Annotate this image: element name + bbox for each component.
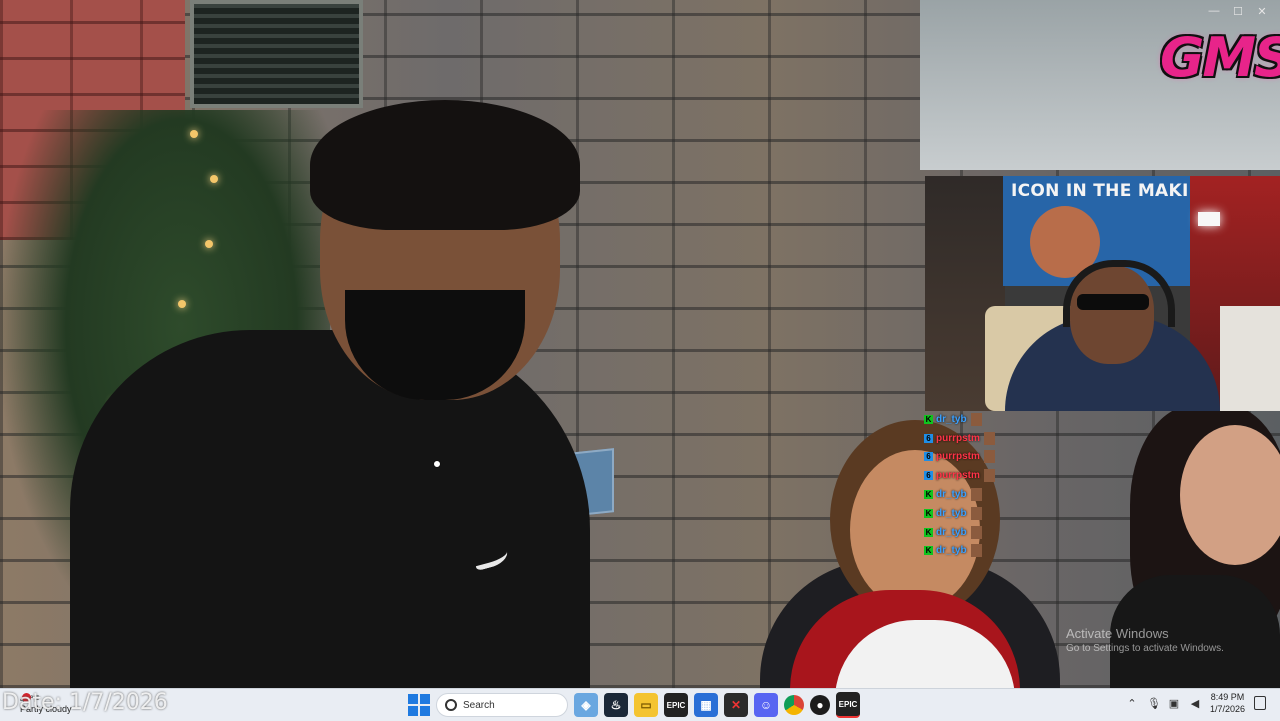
chat-badge-icon: K xyxy=(924,527,933,537)
chat-overlay: Kdr_tyb 6 purrpstm 6 purrpstm 6 purrpstm Kdr_ty… xyxy=(924,410,1024,560)
chat-emote-icon xyxy=(983,469,995,483)
x-app-icon[interactable]: ✕ xyxy=(724,693,748,717)
chat-emote-icon xyxy=(983,431,995,445)
search-icon xyxy=(445,699,457,711)
webcam-dresser xyxy=(1220,306,1280,411)
tree-light xyxy=(178,300,186,308)
wall-vent xyxy=(190,0,363,108)
chat-badge-icon: 6 xyxy=(924,452,933,462)
maximize-button[interactable]: ☐ xyxy=(1226,2,1250,20)
window-controls: — ☐ ✕ xyxy=(1202,2,1274,20)
chat-message: Kdr_tyb xyxy=(924,504,1024,523)
ring-light xyxy=(1198,212,1220,226)
chat-message: 6 purrpstm xyxy=(924,448,1024,467)
chat-badge-icon: K xyxy=(924,508,933,518)
chat-message: Kdr_tyb xyxy=(924,523,1024,542)
chat-username: purrpstm xyxy=(936,451,980,463)
chevron-up-icon[interactable]: ⌃ xyxy=(1126,697,1138,710)
chat-username: purrpstm xyxy=(936,432,980,444)
windows-start-icon[interactable] xyxy=(408,694,430,716)
obs-icon[interactable]: ● xyxy=(810,695,830,715)
taskbar-apps: Search ◈ ♨ ▭ EPIC ▦ ✕ ☺ ● EPIC xyxy=(408,692,860,718)
activate-windows-watermark: Activate Windows Go to Settings to activ… xyxy=(1066,626,1224,654)
clock-date: 1/7/2026 xyxy=(1209,704,1245,714)
person-hoodie xyxy=(70,330,590,688)
chat-message: Kdr_tyb xyxy=(924,542,1024,561)
sunglasses xyxy=(1077,294,1149,310)
taskbar: 43°F Partly cloudy Search ◈ ♨ ▭ EPIC ▦ ✕… xyxy=(0,688,1280,721)
chrome-icon[interactable] xyxy=(784,695,804,715)
chat-emote-icon xyxy=(970,412,982,426)
chat-message: Kdr_tyb xyxy=(924,485,1024,504)
chat-badge-icon: K xyxy=(924,414,933,424)
channel-logo: GMS xyxy=(1160,26,1280,89)
app-icon[interactable]: ▦ xyxy=(694,693,718,717)
clock[interactable]: 8:49 PM 1/7/2026 xyxy=(1210,691,1245,715)
chat-badge-icon: 6 xyxy=(924,471,933,481)
chat-username: dr_tyb xyxy=(936,489,967,501)
webcam-banner-text: ICON IN THE MAKIN xyxy=(1011,181,1204,201)
steam-icon[interactable]: ♨ xyxy=(604,693,628,717)
chat-emote-icon xyxy=(970,525,982,539)
chat-username: dr_tyb xyxy=(936,507,967,519)
chat-message: Kdr_tyb xyxy=(924,410,1024,429)
chat-username: dr_tyb xyxy=(936,545,967,557)
chat-emote-icon xyxy=(970,506,982,520)
microphone-icon[interactable]: 🎙 xyxy=(1147,697,1161,710)
chat-badge-icon: 6 xyxy=(924,433,933,443)
widgets-icon[interactable]: ◈ xyxy=(574,693,598,717)
date-overlay: Date: 1/7/2026 xyxy=(2,690,168,715)
minimize-button[interactable]: — xyxy=(1202,2,1226,20)
chat-username: purrpstm xyxy=(936,470,980,482)
network-icon[interactable]: ▣ xyxy=(1168,697,1180,710)
webcam-overlay: ICON IN THE MAKIN xyxy=(925,176,1280,411)
volume-icon[interactable]: ◀ xyxy=(1189,697,1201,710)
chat-emote-icon xyxy=(970,544,982,558)
tree-light xyxy=(210,175,218,183)
chat-message: 6 purrpstm xyxy=(924,466,1024,485)
chat-username: dr_tyb xyxy=(936,526,967,538)
mouse-cursor xyxy=(433,460,441,468)
chat-emote-icon xyxy=(970,488,982,502)
chat-emote-icon xyxy=(983,450,995,464)
file-explorer-icon[interactable]: ▭ xyxy=(634,693,658,717)
tree-light xyxy=(205,240,213,248)
close-button[interactable]: ✕ xyxy=(1250,2,1274,20)
clock-time: 8:49 PM xyxy=(1210,692,1245,702)
epic-games-icon[interactable]: EPIC xyxy=(836,692,860,718)
notification-icon[interactable] xyxy=(1254,696,1266,710)
tree-light xyxy=(190,130,198,138)
epic-games-icon[interactable]: EPIC xyxy=(664,693,688,717)
search-placeholder: Search xyxy=(463,699,495,711)
chat-username: dr_tyb xyxy=(936,413,967,425)
watermark-subtitle: Go to Settings to activate Windows. xyxy=(1066,643,1224,654)
chat-badge-icon: K xyxy=(924,490,933,500)
taskbar-search[interactable]: Search xyxy=(436,693,568,717)
chat-badge-icon: K xyxy=(924,546,933,556)
watermark-title: Activate Windows xyxy=(1066,626,1169,641)
system-tray: ⌃ 🎙 ▣ ◀ 8:49 PM 1/7/2026 xyxy=(1126,691,1266,715)
discord-icon[interactable]: ☺ xyxy=(754,693,778,717)
chat-message: 6 purrpstm xyxy=(924,429,1024,448)
person-hair xyxy=(310,100,580,230)
